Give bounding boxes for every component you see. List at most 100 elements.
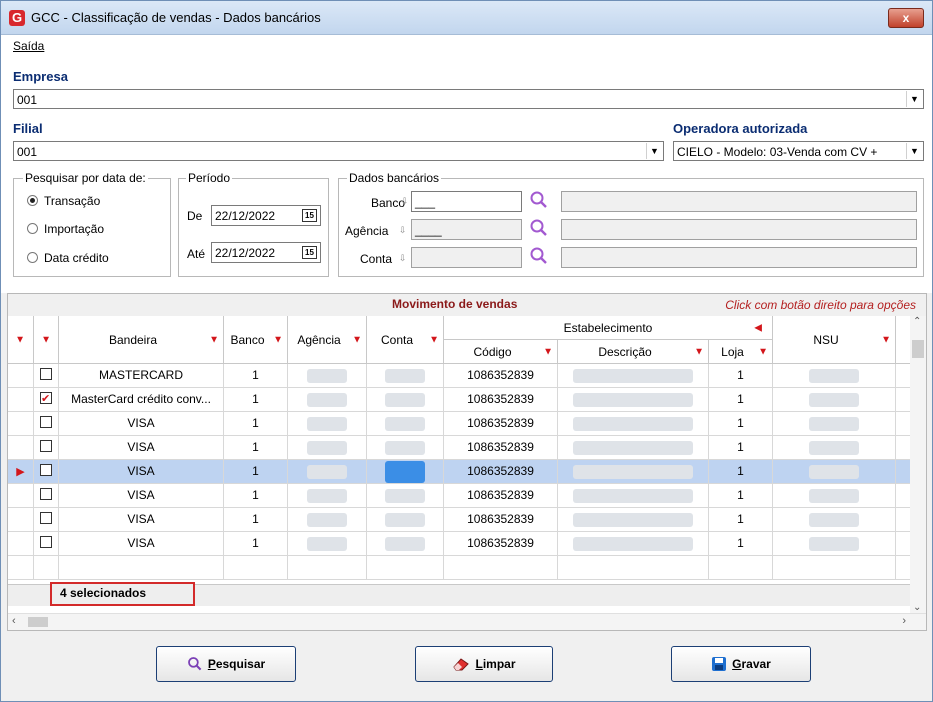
column-header-bandeira[interactable]: Bandeira ▼ bbox=[59, 316, 224, 364]
filter-icon[interactable]: ▼ bbox=[209, 334, 219, 345]
calendar-icon[interactable]: 15 bbox=[302, 209, 317, 222]
conta-description-field bbox=[561, 247, 917, 268]
scrollbar-thumb[interactable] bbox=[28, 617, 48, 627]
column-header-banco[interactable]: Banco ▼ bbox=[224, 316, 288, 364]
column-header-codigo[interactable]: Código ▼ bbox=[444, 340, 558, 364]
gravar-button-label: Gravar bbox=[732, 657, 771, 671]
cell-loja: 1 bbox=[709, 364, 773, 388]
search-icon[interactable] bbox=[529, 246, 549, 266]
table-row[interactable]: MASTERCARD 1 1086352839 1 bbox=[8, 364, 911, 388]
row-checkbox[interactable] bbox=[40, 536, 52, 548]
filter-icon[interactable]: ▼ bbox=[429, 334, 439, 345]
chevron-down-icon[interactable]: ▼ bbox=[906, 91, 922, 107]
table-row[interactable]: VISA 1 1086352839 1 bbox=[8, 436, 911, 460]
search-icon[interactable] bbox=[529, 218, 549, 238]
cell-descricao bbox=[558, 508, 709, 532]
cell-loja: 1 bbox=[709, 508, 773, 532]
row-checkbox[interactable] bbox=[40, 440, 52, 452]
filter-icon[interactable]: ▼ bbox=[694, 346, 704, 357]
column-header-label: Código bbox=[473, 344, 512, 359]
cell-codigo: 1086352839 bbox=[444, 364, 558, 388]
row-checkbox[interactable] bbox=[40, 512, 52, 524]
chevron-down-icon[interactable]: ▼ bbox=[646, 143, 662, 159]
cell-extra bbox=[896, 484, 911, 508]
filter-icon[interactable]: ▼ bbox=[881, 334, 891, 345]
cell-indicator bbox=[8, 532, 34, 556]
conta-input[interactable] bbox=[411, 247, 522, 268]
redacted-value bbox=[307, 536, 347, 551]
table-row[interactable]: VISA 1 1086352839 1 bbox=[8, 508, 911, 532]
filial-select[interactable]: 001 ▼ bbox=[13, 141, 664, 161]
table-row[interactable] bbox=[8, 556, 911, 580]
radio-importacao[interactable]: Importação bbox=[27, 222, 104, 236]
date-to-input[interactable]: 22/12/2022 15 bbox=[211, 242, 321, 263]
scroll-right-icon[interactable]: › bbox=[902, 615, 906, 627]
pesquisar-button[interactable]: Pesquisar bbox=[156, 646, 296, 682]
radio-transacao[interactable]: Transação bbox=[27, 194, 100, 208]
cell-conta bbox=[367, 484, 444, 508]
row-checkbox[interactable] bbox=[40, 388, 52, 411]
row-checkbox[interactable] bbox=[40, 464, 52, 476]
row-checkbox[interactable] bbox=[40, 488, 52, 500]
sales-grid: Movimento de vendas Click com botão dire… bbox=[7, 293, 927, 631]
chevron-down-icon[interactable]: ▼ bbox=[906, 143, 922, 159]
cell-agencia bbox=[288, 508, 367, 532]
scrollbar-thumb[interactable] bbox=[912, 340, 924, 358]
row-checkbox[interactable] bbox=[40, 416, 52, 428]
filter-icon[interactable]: ▼ bbox=[758, 346, 768, 357]
column-header-conta[interactable]: Conta ▼ bbox=[367, 316, 444, 364]
filter-icon[interactable]: ▼ bbox=[273, 334, 283, 345]
gravar-button[interactable]: Gravar bbox=[671, 646, 811, 682]
cell-indicator bbox=[8, 508, 34, 532]
column-header-nsu[interactable]: NSU ▼ bbox=[773, 316, 896, 364]
cell-extra bbox=[896, 364, 911, 388]
vertical-scrollbar[interactable]: ⌃ ⌄ bbox=[910, 316, 926, 613]
table-row[interactable]: VISA 1 1086352839 1 bbox=[8, 484, 911, 508]
filter-icon[interactable]: ▼ bbox=[41, 334, 51, 345]
empresa-label: Empresa bbox=[13, 69, 68, 84]
cell-extra bbox=[896, 412, 911, 436]
de-label: De bbox=[187, 209, 203, 223]
scroll-up-icon[interactable]: ⌃ bbox=[913, 316, 921, 327]
column-group-estabelecimento[interactable]: Estabelecimento ◀ bbox=[444, 316, 773, 340]
scroll-left-icon[interactable]: ‹ bbox=[12, 615, 16, 627]
calendar-icon[interactable]: 15 bbox=[302, 246, 317, 259]
table-row[interactable]: VISA 1 1086352839 1 bbox=[8, 412, 911, 436]
scroll-down-icon[interactable]: ⌄ bbox=[913, 602, 921, 613]
column-header-check[interactable]: ▼ bbox=[34, 316, 59, 364]
column-header-extra bbox=[896, 316, 911, 364]
filter-icon[interactable]: ▼ bbox=[352, 334, 362, 345]
cell-agencia bbox=[288, 484, 367, 508]
column-header-loja[interactable]: Loja ▼ bbox=[709, 340, 773, 364]
dropdown-arrow-icon[interactable]: ▼ bbox=[15, 334, 25, 345]
date-from-input[interactable]: 22/12/2022 15 bbox=[211, 205, 321, 226]
filial-value: 001 bbox=[17, 145, 38, 159]
table-row[interactable]: ▶ VISA 1 1086352839 1 bbox=[8, 460, 911, 484]
empresa-select[interactable]: 001 ▼ bbox=[13, 89, 924, 109]
cell-indicator bbox=[8, 364, 34, 388]
table-row[interactable]: VISA 1 1086352839 1 bbox=[8, 532, 911, 556]
ate-label: Até bbox=[187, 247, 206, 261]
collapse-left-icon[interactable]: ◀ bbox=[754, 322, 762, 333]
banco-input[interactable]: ___ bbox=[411, 191, 522, 212]
table-row[interactable]: MasterCard crédito conv...110863528391 bbox=[8, 388, 911, 412]
horizontal-scrollbar[interactable]: ‹ › bbox=[8, 613, 926, 630]
limpar-button[interactable]: Limpar bbox=[415, 646, 553, 682]
search-icon[interactable] bbox=[529, 190, 549, 210]
filter-icon[interactable]: ▼ bbox=[543, 346, 553, 357]
redacted-value bbox=[573, 440, 693, 455]
menu-item-saida[interactable]: Saída bbox=[13, 39, 44, 53]
cell-check bbox=[34, 460, 59, 484]
radio-data-credito[interactable]: Data crédito bbox=[27, 251, 109, 265]
close-button[interactable]: x bbox=[888, 8, 924, 28]
menu-bar: Saída bbox=[1, 35, 932, 57]
agencia-input[interactable]: ____ bbox=[411, 219, 522, 240]
cell-conta bbox=[367, 388, 444, 412]
cell-extra bbox=[896, 460, 911, 484]
column-header-agencia[interactable]: Agência ▼ bbox=[288, 316, 367, 364]
cell-banco: 1 bbox=[224, 388, 288, 412]
row-checkbox[interactable] bbox=[40, 368, 52, 380]
column-header-indicator[interactable]: ▼ bbox=[8, 316, 34, 364]
operadora-select[interactable]: CIELO - Modelo: 03-Venda com CV + ▼ bbox=[673, 141, 924, 161]
column-header-descricao[interactable]: Descrição ▼ bbox=[558, 340, 709, 364]
